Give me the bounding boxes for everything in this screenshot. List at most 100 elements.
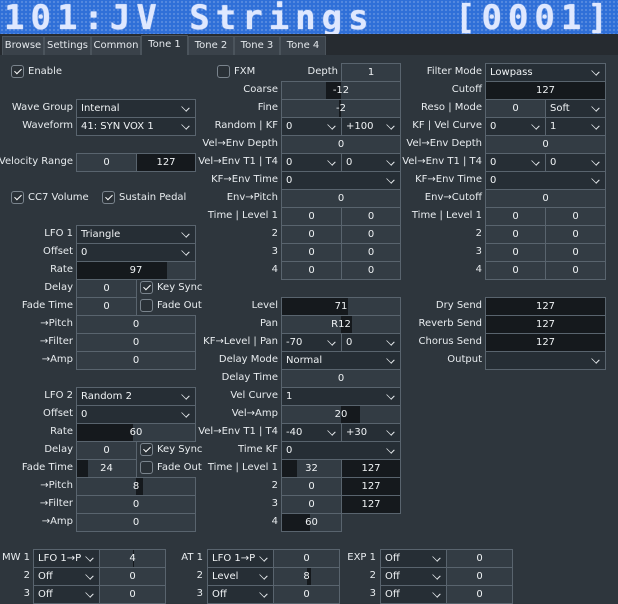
lfo1-rate-label-label: Rate <box>50 264 73 275</box>
amp-env-2-level-field[interactable]: 127 <box>341 495 401 514</box>
tab-tone-3[interactable]: Tone 3 <box>234 36 280 55</box>
filter-vel-env-t1-t4-a-dropdown[interactable]: 0 <box>485 153 546 172</box>
modulation-exp-0-amount-value: 0 <box>476 553 483 564</box>
output-dry-send-field[interactable]: 127 <box>485 297 606 316</box>
filter-kf-vel-curve-b-dropdown[interactable]: 1 <box>545 117 606 136</box>
filter-env-3-time-value: 0 <box>512 265 519 276</box>
amp-vel-curve-dropdown[interactable]: 1 <box>281 387 401 406</box>
modulation-exp-1-amount-value: 0 <box>476 571 483 582</box>
lfo1-delay-field[interactable]: 0 <box>76 279 137 298</box>
amp-kf-level-pan-a-value: -70 <box>286 337 303 348</box>
filter-cutoff-field[interactable]: 127 <box>485 81 606 100</box>
patch-lcd-display: 101:JV Strings [0001] <box>0 0 618 34</box>
pitch-env-0-label-label: Time | Level 1 <box>207 210 278 221</box>
amp-vel-amp-field[interactable]: 20 <box>281 405 401 424</box>
chevron-down-icon <box>432 571 441 580</box>
modulation-exp-2-amount-field[interactable]: 0 <box>446 585 513 604</box>
amp-vel-curve-value: 1 <box>286 391 293 402</box>
filter-env-2-level-value: 0 <box>572 247 579 258</box>
amp-env-1-level-field[interactable]: 127 <box>341 477 401 496</box>
pitch-env-pitch-label-label: Env→Pitch <box>226 192 278 203</box>
filter-reso-mode-mode-value: Soft <box>550 103 570 114</box>
tab-tone-1[interactable]: Tone 1 <box>141 35 188 55</box>
lfo1-offset-label-label: Offset <box>42 246 73 257</box>
filter-mode-dropdown[interactable]: Lowpass <box>485 63 606 82</box>
modulation-exp-0-dest-dropdown[interactable]: Off <box>380 549 447 568</box>
checkbox-checked-icon[interactable] <box>11 191 24 204</box>
filter-env-cutoff-field[interactable]: 0 <box>485 189 606 208</box>
amp-vel-env-t1-t4-a-dropdown[interactable]: -40 <box>281 423 342 442</box>
pitch-vel-env-depth-label-label: Vel→Env Depth <box>202 138 278 149</box>
lfo1-pitch-label-label: →Pitch <box>40 318 73 329</box>
output-dry-send-value: 127 <box>535 301 556 312</box>
modulation-exp-2-dest-value: Off <box>385 589 400 600</box>
tab-settings[interactable]: Settings <box>44 36 91 55</box>
filter-reso-mode-reso-field[interactable]: 0 <box>485 99 546 118</box>
filter-vel-env-depth-field[interactable]: 0 <box>485 135 606 154</box>
modulation-at-1-label-label: 2 <box>196 570 203 581</box>
filter-cutoff-value: 127 <box>535 85 556 96</box>
output-output-dropdown[interactable] <box>485 351 606 370</box>
lfo2-rate-label-label: Rate <box>50 426 73 437</box>
filter-env-2-level-field[interactable]: 0 <box>545 243 606 262</box>
amp-delay-time-field[interactable]: 0 <box>281 369 401 388</box>
filter-env-1-time-field[interactable]: 0 <box>485 225 546 244</box>
filter-env-1-level-field[interactable]: 0 <box>545 225 606 244</box>
filter-kf-env-time-label-label: KF→Env Time <box>415 174 482 185</box>
chevron-down-icon <box>591 175 600 184</box>
filter-env-3-level-field[interactable]: 0 <box>545 261 606 280</box>
amp-env-0-time-field[interactable]: 32 <box>281 459 342 478</box>
filter-reso-mode-label-label: Reso | Mode <box>421 102 482 113</box>
modulation-exp-2-dest-dropdown[interactable]: Off <box>380 585 447 604</box>
filter-cutoff-label-label: Cutoff <box>451 84 482 95</box>
modulation-exp-1-dest-dropdown[interactable]: Off <box>380 567 447 586</box>
filter-reso-mode-mode-dropdown[interactable]: Soft <box>545 99 606 118</box>
lfo1-delay-value: 0 <box>103 283 110 294</box>
tone-waveform-label-label: Waveform <box>22 120 73 131</box>
filter-kf-env-time-dropdown[interactable]: 0 <box>485 171 606 190</box>
filter-env-0-time-field[interactable]: 0 <box>485 207 546 226</box>
filter-env-0-level-field[interactable]: 0 <box>545 207 606 226</box>
amp-vel-env-t1-t4-b-value: +30 <box>346 427 368 438</box>
filter-vel-env-depth-label-label: Vel→Env Depth <box>406 138 482 149</box>
tone-velocity-range-label-label: Velocity Range <box>0 156 73 167</box>
filter-env-2-time-field[interactable]: 0 <box>485 243 546 262</box>
amp-env-1-time-field[interactable]: 0 <box>281 477 342 496</box>
filter-env-3-time-field[interactable]: 0 <box>485 261 546 280</box>
tab-bar: Browse Settings Common Tone 1 Tone 2 Tone 3 To… <box>0 34 618 55</box>
chevron-down-icon <box>531 121 540 130</box>
filter-env-2-time-value: 0 <box>512 247 519 258</box>
checkbox-checked-icon[interactable] <box>102 191 115 204</box>
output-reverb-send-field[interactable]: 127 <box>485 315 606 334</box>
pitch-depth-label-label: Depth <box>307 66 338 77</box>
amp-env-1-label-label: 2 <box>271 480 278 491</box>
amp-delay-time-value: 0 <box>337 373 345 384</box>
tab-tone-2[interactable]: Tone 2 <box>188 36 234 55</box>
output-chorus-send-field[interactable]: 127 <box>485 333 606 352</box>
filter-kf-vel-curve-a-dropdown[interactable]: 0 <box>485 117 546 136</box>
modulation-exp-0-amount-field[interactable]: 0 <box>446 549 513 568</box>
amp-env-3-time-field[interactable]: 60 <box>281 513 342 532</box>
amp-vel-env-t1-t4-b-dropdown[interactable]: +30 <box>341 423 401 442</box>
filter-vel-env-t1-t4-b-dropdown[interactable]: 0 <box>545 153 606 172</box>
amp-time-kf-dropdown[interactable]: 0 <box>281 441 401 460</box>
amp-env-2-time-field[interactable]: 0 <box>281 495 342 514</box>
tab-browse[interactable]: Browse <box>2 36 44 55</box>
amp-vel-env-t1-t4-a-value: -40 <box>286 427 303 438</box>
chevron-down-icon <box>327 427 336 436</box>
amp-env-0-time-value: 32 <box>305 463 318 474</box>
amp-env-1-time-value: 0 <box>308 481 315 492</box>
modulation-exp-0-label-label: EXP 1 <box>347 552 376 563</box>
amp-time-kf-label-label: Time KF <box>238 444 278 455</box>
modulation-exp-1-amount-field[interactable]: 0 <box>446 567 513 586</box>
chevron-down-icon <box>591 157 600 166</box>
tab-tone-4[interactable]: Tone 4 <box>280 36 326 55</box>
modulation-exp-1-label-label: 2 <box>369 570 376 581</box>
filter-env-2-label-label: 3 <box>475 246 482 257</box>
amp-env-0-level-field[interactable]: 127 <box>341 459 401 478</box>
checkbox-checked-icon[interactable] <box>11 65 24 78</box>
tab-common[interactable]: Common <box>91 36 141 55</box>
checkbox-checked-icon[interactable] <box>140 281 153 294</box>
filter-kf-vel-curve-b-value: 1 <box>550 121 557 132</box>
filter-env-1-time-value: 0 <box>512 229 519 240</box>
